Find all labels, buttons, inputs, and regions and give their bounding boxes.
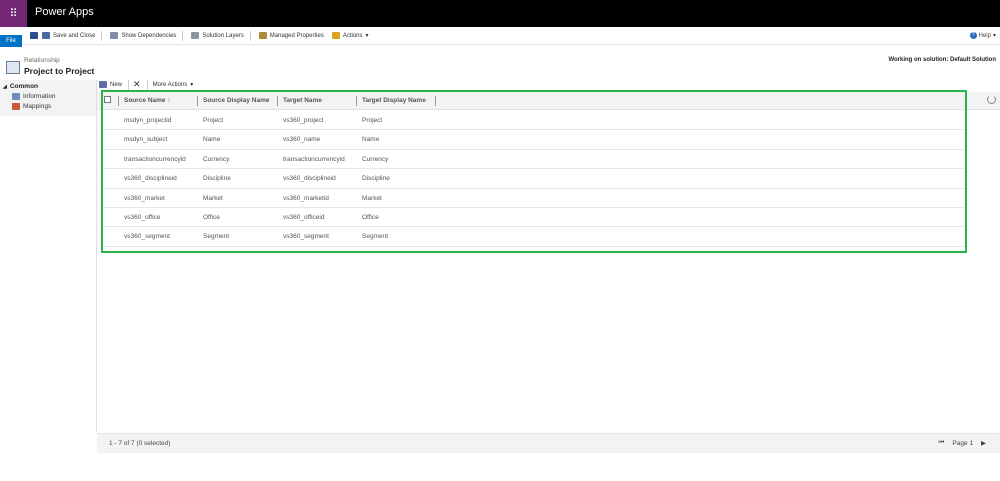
app-launcher-icon[interactable]: ⠿ [0, 0, 27, 27]
divider [182, 30, 184, 41]
save-button[interactable] [30, 32, 38, 39]
sidebar-item-information[interactable]: Information [12, 93, 56, 100]
divider [128, 79, 130, 90]
sidebar-group-common[interactable]: ◢ Common [3, 83, 38, 90]
page-title: Project to Project [24, 66, 95, 76]
record-count: 1 - 7 of 7 (0 selected) [109, 440, 171, 447]
save-icon [30, 32, 38, 39]
help-button[interactable]: ? Help ▾ [969, 32, 996, 39]
mappings-icon [12, 103, 20, 110]
collapse-icon: ◢ [3, 83, 7, 90]
pager: ⏮ Page 1 ▶ [939, 439, 986, 447]
close-icon: ✕ [133, 79, 141, 89]
information-icon [12, 93, 20, 100]
layers-icon [191, 32, 200, 39]
solution-layers-button[interactable]: Solution Layers [191, 32, 244, 39]
managed-properties-button[interactable]: Managed Properties [258, 32, 324, 39]
more-actions-button[interactable]: More Actions ▾ [153, 81, 194, 89]
divider [101, 30, 103, 41]
save-close-icon [42, 32, 50, 39]
new-icon [99, 81, 107, 88]
divider [96, 80, 97, 433]
divider [249, 30, 251, 41]
page-label: Page 1 [952, 439, 973, 447]
chevron-down-icon: ▾ [992, 33, 996, 39]
file-button[interactable]: File [0, 34, 22, 47]
entity-type-label: Relationship [24, 57, 60, 64]
sidebar-item-mappings[interactable]: Mappings [12, 103, 51, 110]
chevron-down-icon: ▾ [365, 33, 369, 39]
sidebar: ◢ Common Information Mappings [0, 80, 96, 116]
refresh-icon[interactable] [987, 95, 996, 104]
dependencies-icon [110, 32, 119, 39]
grid-footer: 1 - 7 of 7 (0 selected) ⏮ Page 1 ▶ [97, 433, 1000, 453]
properties-icon [258, 32, 267, 39]
show-dependencies-button[interactable]: Show Dependencies [110, 32, 176, 39]
first-page-icon[interactable]: ⏮ [939, 439, 945, 447]
new-button[interactable]: New [99, 81, 122, 88]
chevron-down-icon: ▾ [190, 82, 194, 88]
actions-button[interactable]: Actions ▾ [331, 32, 369, 39]
highlight-box [101, 90, 967, 253]
app-title: Power Apps [35, 6, 94, 18]
command-ribbon: File Save and Close Show Dependencies So… [0, 27, 1000, 47]
help-icon: ? [969, 32, 977, 39]
relationship-icon [6, 61, 20, 74]
delete-button[interactable]: ✕ [133, 79, 141, 90]
divider [146, 79, 148, 90]
save-and-close-button[interactable]: Save and Close [42, 32, 95, 39]
top-bar [0, 0, 1000, 27]
grid-toolbar: New ✕ More Actions ▾ [97, 79, 193, 90]
working-solution-label: Working on solution: Default Solution [888, 57, 996, 63]
next-page-icon[interactable]: ▶ [981, 439, 986, 447]
actions-icon [331, 32, 340, 39]
